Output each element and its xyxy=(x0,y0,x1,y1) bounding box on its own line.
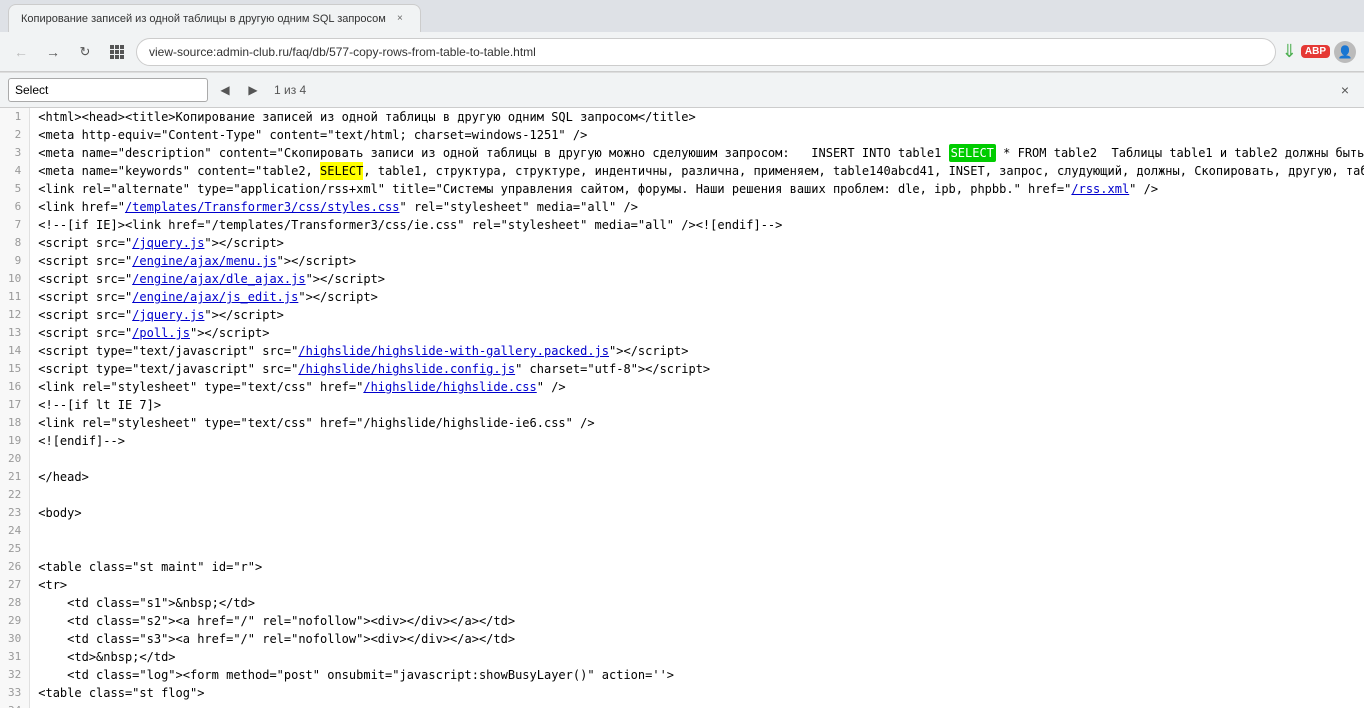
line-number: 12 xyxy=(8,306,21,324)
line-number: 1 xyxy=(8,108,21,126)
source-line: <script src="/engine/ajax/dle_ajax.js"><… xyxy=(38,270,1356,288)
source-line xyxy=(38,450,1356,468)
source-line: <script src="/poll.js"></script> xyxy=(38,324,1356,342)
line-number: 30 xyxy=(8,630,21,648)
find-toolbar: ◀ ▶ 1 из 4 × xyxy=(0,72,1364,108)
source-line: <script src="/jquery.js"></script> xyxy=(38,234,1356,252)
line-number: 32 xyxy=(8,666,21,684)
back-button[interactable]: ← xyxy=(8,39,34,65)
line-number: 29 xyxy=(8,612,21,630)
line-number: 23 xyxy=(8,504,21,522)
source-line xyxy=(38,522,1356,540)
refresh-button[interactable]: ↻ xyxy=(72,39,98,65)
source-line: <td class="s2"><a href="/" rel="nofollow… xyxy=(38,612,1356,630)
source-line: <td class="s1">&nbsp;</td> xyxy=(38,594,1356,612)
line-number: 27 xyxy=(8,576,21,594)
source-content: <html><head><title>Копирование записей и… xyxy=(30,108,1364,708)
line-number: 22 xyxy=(8,486,21,504)
apps-button[interactable] xyxy=(104,39,130,65)
line-number: 2 xyxy=(8,126,21,144)
browser-window: Копирование записей из одной таблицы в д… xyxy=(0,0,1364,708)
source-line: <link rel="alternate" type="application/… xyxy=(38,180,1356,198)
source-line: <script type="text/javascript" src="/hig… xyxy=(38,342,1356,360)
find-input[interactable] xyxy=(8,78,208,102)
find-close-button[interactable]: × xyxy=(1334,79,1356,101)
source-line: <script src="/engine/ajax/js_edit.js"></… xyxy=(38,288,1356,306)
line-number: 20 xyxy=(8,450,21,468)
find-count: 1 из 4 xyxy=(270,83,310,97)
user-icon[interactable]: 👤 xyxy=(1334,41,1356,63)
line-number: 24 xyxy=(8,522,21,540)
line-number: 33 xyxy=(8,684,21,702)
source-line: <![endif]--> xyxy=(38,432,1356,450)
source-line: <meta name="keywords" content="table2, S… xyxy=(38,162,1356,180)
active-tab[interactable]: Копирование записей из одной таблицы в д… xyxy=(8,4,421,32)
line-number: 9 xyxy=(8,252,21,270)
source-line: </head> xyxy=(38,468,1356,486)
source-line: <td>&nbsp;</td> xyxy=(38,648,1356,666)
source-line: <link href="/templates/Transformer3/css/… xyxy=(38,198,1356,216)
address-bar[interactable] xyxy=(136,38,1276,66)
adblock-icon[interactable]: ABP xyxy=(1301,45,1330,58)
line-number: 3 xyxy=(8,144,21,162)
extensions-area: ⇓ ABP 👤 xyxy=(1282,41,1356,63)
line-number: 13 xyxy=(8,324,21,342)
line-number: 31 xyxy=(8,648,21,666)
line-number: 16 xyxy=(8,378,21,396)
tab-title: Копирование записей из одной таблицы в д… xyxy=(21,13,386,25)
line-number: 21 xyxy=(8,468,21,486)
find-next-button[interactable]: ▶ xyxy=(242,79,264,101)
forward-button[interactable]: → xyxy=(40,39,66,65)
source-line: <script type="text/javascript" src="/hig… xyxy=(38,360,1356,378)
source-line: <!--[if IE]><link href="/templates/Trans… xyxy=(38,216,1356,234)
source-line xyxy=(38,702,1356,708)
source-view: 1234567891011121314151617181920212223242… xyxy=(0,108,1364,708)
source-line xyxy=(38,486,1356,504)
line-number: 10 xyxy=(8,270,21,288)
source-line: <meta http-equiv="Content-Type" content=… xyxy=(38,126,1356,144)
source-line: <!--[if lt IE 7]> xyxy=(38,396,1356,414)
line-numbers: 1234567891011121314151617181920212223242… xyxy=(0,108,30,708)
line-number: 19 xyxy=(8,432,21,450)
toolbar: ← → ↻ ⇓ ABP 👤 xyxy=(0,32,1364,72)
source-line: <td class="s3"><a href="/" rel="nofollow… xyxy=(38,630,1356,648)
source-line: <link rel="stylesheet" type="text/css" h… xyxy=(38,378,1356,396)
line-number: 8 xyxy=(8,234,21,252)
tab-bar: Копирование записей из одной таблицы в д… xyxy=(0,0,1364,32)
source-line: <script src="/engine/ajax/menu.js"></scr… xyxy=(38,252,1356,270)
source-line: <meta name="description" content="Скопир… xyxy=(38,144,1356,162)
source-line: <table class="st maint" id="r"> xyxy=(38,558,1356,576)
line-number: 15 xyxy=(8,360,21,378)
download-icon: ⇓ xyxy=(1282,41,1297,62)
line-number: 25 xyxy=(8,540,21,558)
source-line: <td class="log"><form method="post" onsu… xyxy=(38,666,1356,684)
line-number: 34 xyxy=(8,702,21,708)
line-number: 28 xyxy=(8,594,21,612)
line-number: 14 xyxy=(8,342,21,360)
line-number: 26 xyxy=(8,558,21,576)
source-line: <html><head><title>Копирование записей и… xyxy=(38,108,1356,126)
line-number: 5 xyxy=(8,180,21,198)
source-line: <body> xyxy=(38,504,1356,522)
source-line: <link rel="stylesheet" type="text/css" h… xyxy=(38,414,1356,432)
source-line: <script src="/jquery.js"></script> xyxy=(38,306,1356,324)
find-prev-button[interactable]: ◀ xyxy=(214,79,236,101)
source-line xyxy=(38,540,1356,558)
line-number: 11 xyxy=(8,288,21,306)
tab-close-button[interactable]: × xyxy=(392,11,408,27)
line-number: 4 xyxy=(8,162,21,180)
line-number: 18 xyxy=(8,414,21,432)
line-number: 7 xyxy=(8,216,21,234)
line-number: 17 xyxy=(8,396,21,414)
source-line: <tr> xyxy=(38,576,1356,594)
line-number: 6 xyxy=(8,198,21,216)
source-line: <table class="st flog"> xyxy=(38,684,1356,702)
